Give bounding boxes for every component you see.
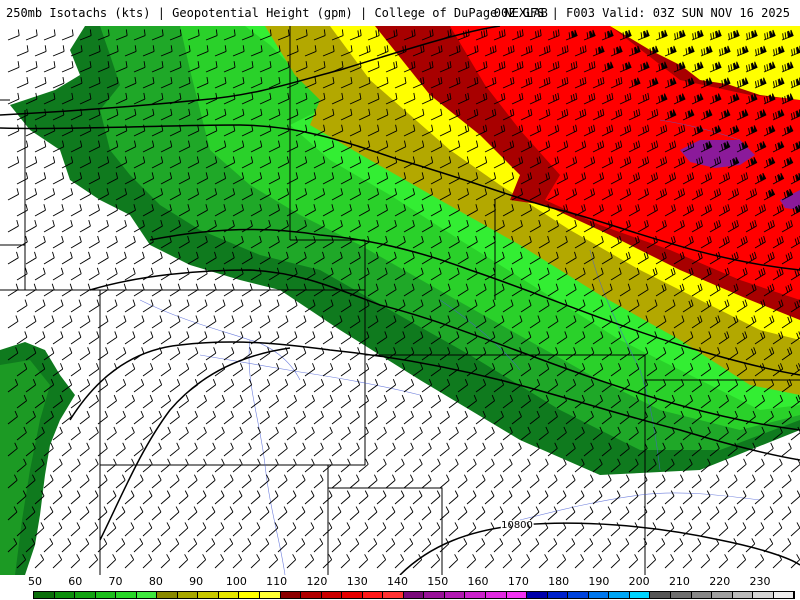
colorbar-swatch: [198, 592, 219, 598]
colorbar-swatch: [34, 592, 55, 598]
colorbar-swatch: [753, 592, 774, 598]
colorbar-tick-label: 150: [427, 575, 449, 588]
colorbar-swatch: [54, 592, 76, 598]
colorbar-tick-label: 80: [148, 575, 163, 588]
colorbar-swatch: [568, 592, 589, 598]
colorbar-swatch: [629, 592, 651, 598]
run-valid-time: 00Z GFS | F003 Valid: 03Z SUN NOV 16 202…: [493, 6, 790, 20]
header: 250mb Isotachs (kts) | Geopotential Heig…: [0, 0, 800, 26]
colorbar-swatch: [444, 592, 466, 598]
colorbar-swatch: [383, 592, 404, 598]
colorbar-swatch: [712, 592, 733, 598]
colorbar-tick-label: 220: [709, 575, 731, 588]
colorbar-swatch: [773, 592, 795, 598]
colorbar-swatch: [95, 592, 117, 598]
colorbar-swatch: [75, 592, 96, 598]
colorbar-tick-label: 100: [225, 575, 247, 588]
colorbar-swatch: [342, 592, 363, 598]
colorbar-swatch: [650, 592, 671, 598]
colorbar-tick-label: 120: [306, 575, 328, 588]
colorbar: [33, 591, 795, 599]
colorbar-swatch: [465, 592, 487, 598]
colorbar-swatch: [177, 592, 199, 598]
colorbar-tick-label: 140: [387, 575, 408, 588]
colorbar-swatch: [260, 592, 281, 598]
colorbar-tick-label: 50: [28, 575, 42, 588]
colorbar-swatch: [486, 592, 507, 598]
colorbar-swatch: [609, 592, 630, 598]
colorbar-swatch: [157, 592, 178, 598]
colorbar-tick-label: 190: [588, 575, 610, 588]
colorbar-swatch: [116, 592, 137, 598]
colorbar-swatch: [506, 592, 528, 598]
colorbar-tick-label: 160: [467, 575, 489, 588]
colorbar-swatch: [136, 592, 158, 598]
colorbar-swatch: [527, 592, 548, 598]
colorbar-tick-label: 170: [507, 575, 529, 588]
colorbar-swatch: [691, 592, 713, 598]
colorbar-tick-label: 210: [668, 575, 690, 588]
colorbar-tick-label: 110: [266, 575, 288, 588]
colorbar-tick-label: 230: [749, 575, 771, 588]
colorbar-swatch: [670, 592, 692, 598]
colorbar-swatch: [280, 592, 302, 598]
colorbar-swatch: [588, 592, 610, 598]
colorbar-swatch: [732, 592, 754, 598]
colorbar-tick-label: 130: [346, 575, 368, 588]
colorbar-tick-label: 90: [189, 575, 204, 588]
colorbar-swatch: [239, 592, 261, 598]
colorbar-tick-label: 200: [628, 575, 650, 588]
colorbar-swatch: [403, 592, 425, 598]
colorbar-tick-label: 60: [68, 575, 83, 588]
colorbar-swatch: [218, 592, 240, 598]
colorbar-swatch: [301, 592, 322, 598]
colorbar-swatch: [547, 592, 569, 598]
isotach-map[interactable]: 10800: [0, 26, 800, 575]
colorbar-legend: 50 60 70 80 90 100 110 120 130 140 150 160 170 180 190…: [0, 575, 800, 600]
colorbar-swatch: [321, 592, 343, 598]
colorbar-swatch: [362, 592, 384, 598]
colorbar-swatch: [424, 592, 445, 598]
colorbar-tick-label: 180: [548, 575, 570, 588]
map-title: 250mb Isotachs (kts) | Geopotential Heig…: [6, 6, 548, 20]
colorbar-tick-label: 70: [108, 575, 123, 588]
